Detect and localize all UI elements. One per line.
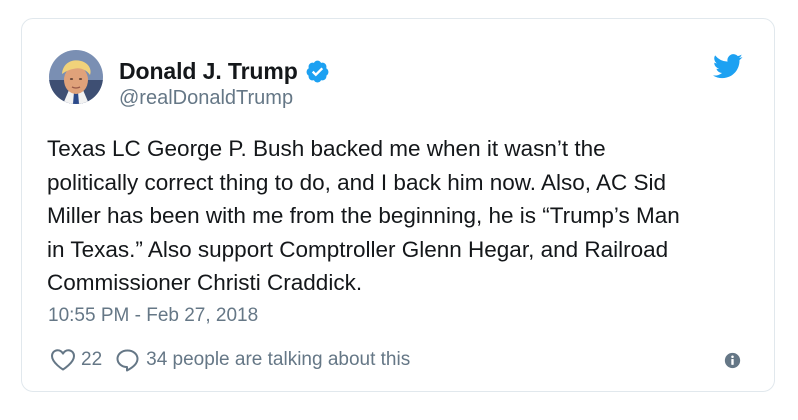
verified-badge-icon xyxy=(306,60,329,82)
tweet-actions: 22 34 people are talking about this xyxy=(50,346,410,374)
tweet-text-line: in Texas.” Also support Comptroller Glen… xyxy=(47,236,669,262)
tweet-timestamp[interactable]: 10:55 PM - Feb 27, 2018 xyxy=(48,305,258,327)
author-name[interactable]: Donald J. Trump xyxy=(119,58,298,85)
like-count: 22 xyxy=(81,349,103,370)
conversation-link[interactable]: 34 people are talking about this xyxy=(115,348,410,372)
like-button[interactable]: 22 xyxy=(50,348,115,372)
speech-bubble-icon xyxy=(116,349,139,372)
info-icon[interactable] xyxy=(724,352,741,369)
tweet-text-line: Texas LC George P. Bush backed me when i… xyxy=(47,136,606,161)
author-row: Donald J. Trump xyxy=(119,56,330,86)
avatar[interactable] xyxy=(49,50,103,104)
conversation-text: 34 people are talking about this xyxy=(146,349,411,370)
tweet-text-line: Commissioner Christi Craddick. xyxy=(47,270,363,295)
heart-icon xyxy=(51,349,75,371)
tweet-text: Texas LC George P. Bush backed me when i… xyxy=(47,132,747,300)
twitter-bird-icon[interactable] xyxy=(713,54,743,79)
tweet-text-line: politically correct thing to do, and I b… xyxy=(47,169,667,195)
tweet-card[interactable]: Donald J. Trump @realDonaldTrump Texas L… xyxy=(21,18,775,392)
author-handle[interactable]: @realDonaldTrump xyxy=(119,87,293,110)
tweet-text-line: Miller has been with me from the beginni… xyxy=(47,203,680,228)
